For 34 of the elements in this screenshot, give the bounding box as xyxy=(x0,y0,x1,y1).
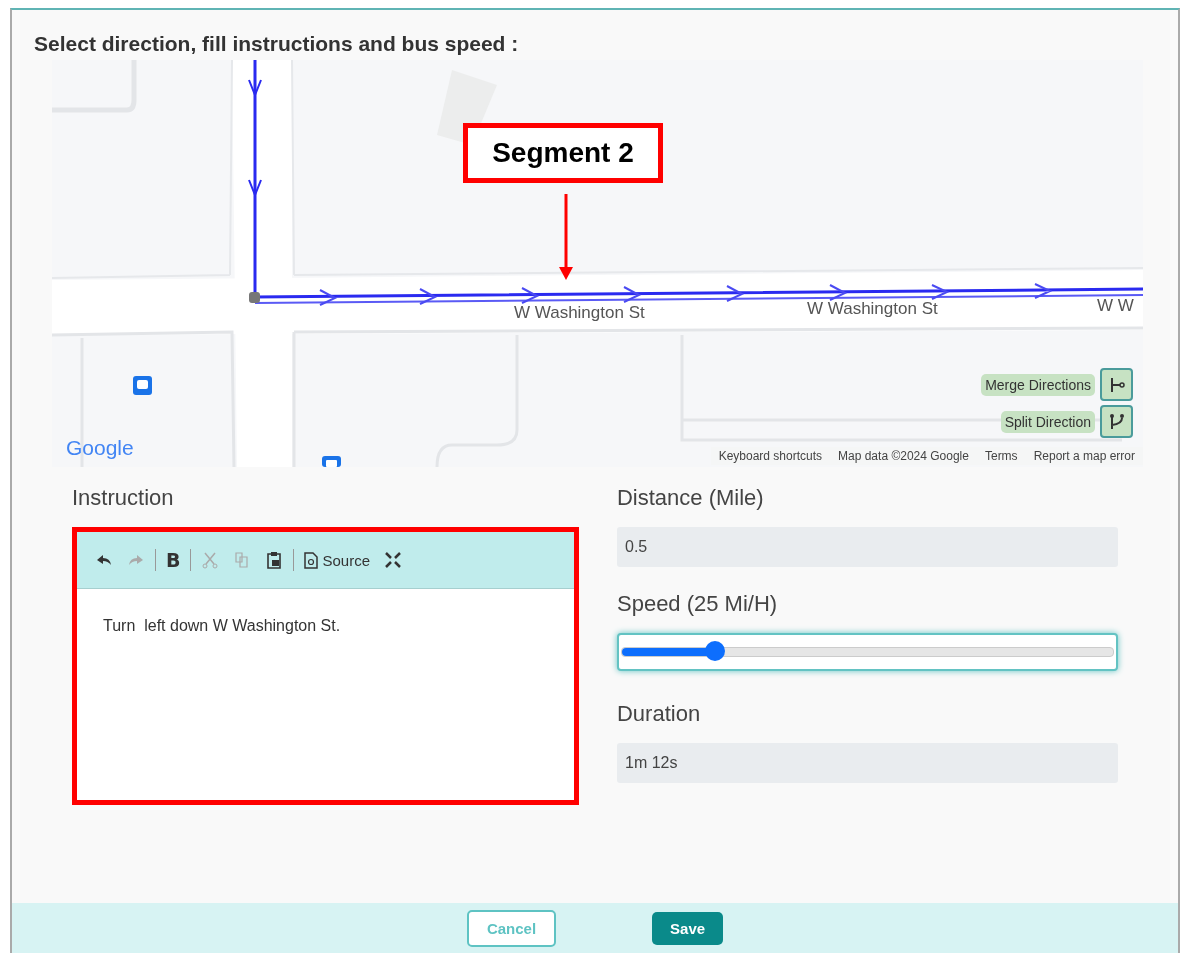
street-label: W W xyxy=(1097,297,1134,315)
speed-slider[interactable] xyxy=(617,633,1118,671)
slider-thumb[interactable] xyxy=(705,641,726,661)
bold-button[interactable]: B xyxy=(162,547,185,573)
field-label: Instruction xyxy=(72,485,175,511)
dialog-title: Select direction, fill instructions and bus speed : xyxy=(33,31,520,57)
source-button[interactable]: Source xyxy=(300,549,374,571)
scissors-icon xyxy=(201,551,220,569)
field-label: Distance (Mile) xyxy=(617,485,765,511)
segment-callout: Segment 2 xyxy=(463,123,663,183)
attribution-link[interactable]: Terms xyxy=(984,449,1018,463)
field-label: Speed (25 Mi/H) xyxy=(617,591,779,617)
street-label: W Washington St xyxy=(514,304,645,322)
branch-icon xyxy=(1107,412,1126,431)
street-label: W Washington St xyxy=(807,300,938,318)
bus-stop-icon[interactable] xyxy=(322,456,341,467)
distance-field[interactable]: 0.5 xyxy=(617,527,1118,567)
bus-stop-icon[interactable] xyxy=(133,376,152,395)
clipboard-icon xyxy=(265,551,284,569)
attribution-link[interactable]: Keyboard shortcuts xyxy=(718,449,822,463)
map-view[interactable]: Segment 2 W Washington St W Washington St W W Google Merge Directions Split Direction Keyboard shortcuts Map data ©2024 Google Terms Report a map error xyxy=(52,60,1143,467)
split-button[interactable] xyxy=(1100,405,1133,438)
document-icon xyxy=(304,551,319,569)
rich-text-editor[interactable]: B Source Turn left down W Washington St. xyxy=(72,527,579,805)
duration-field[interactable]: 1m 12s xyxy=(617,743,1118,783)
merge-button[interactable] xyxy=(1100,368,1133,401)
field-label: Duration xyxy=(617,701,702,727)
save-button[interactable]: Save xyxy=(652,911,724,945)
map-control-label: Merge Directions xyxy=(981,373,1095,396)
map-logo: Google xyxy=(66,436,134,460)
expand-icon xyxy=(384,551,402,569)
attribution-link[interactable]: Map data ©2024 Google xyxy=(838,449,969,463)
attribution-link[interactable]: Report a map error xyxy=(1033,449,1135,463)
instruction-text[interactable]: Turn left down W Washington St. xyxy=(77,589,574,663)
